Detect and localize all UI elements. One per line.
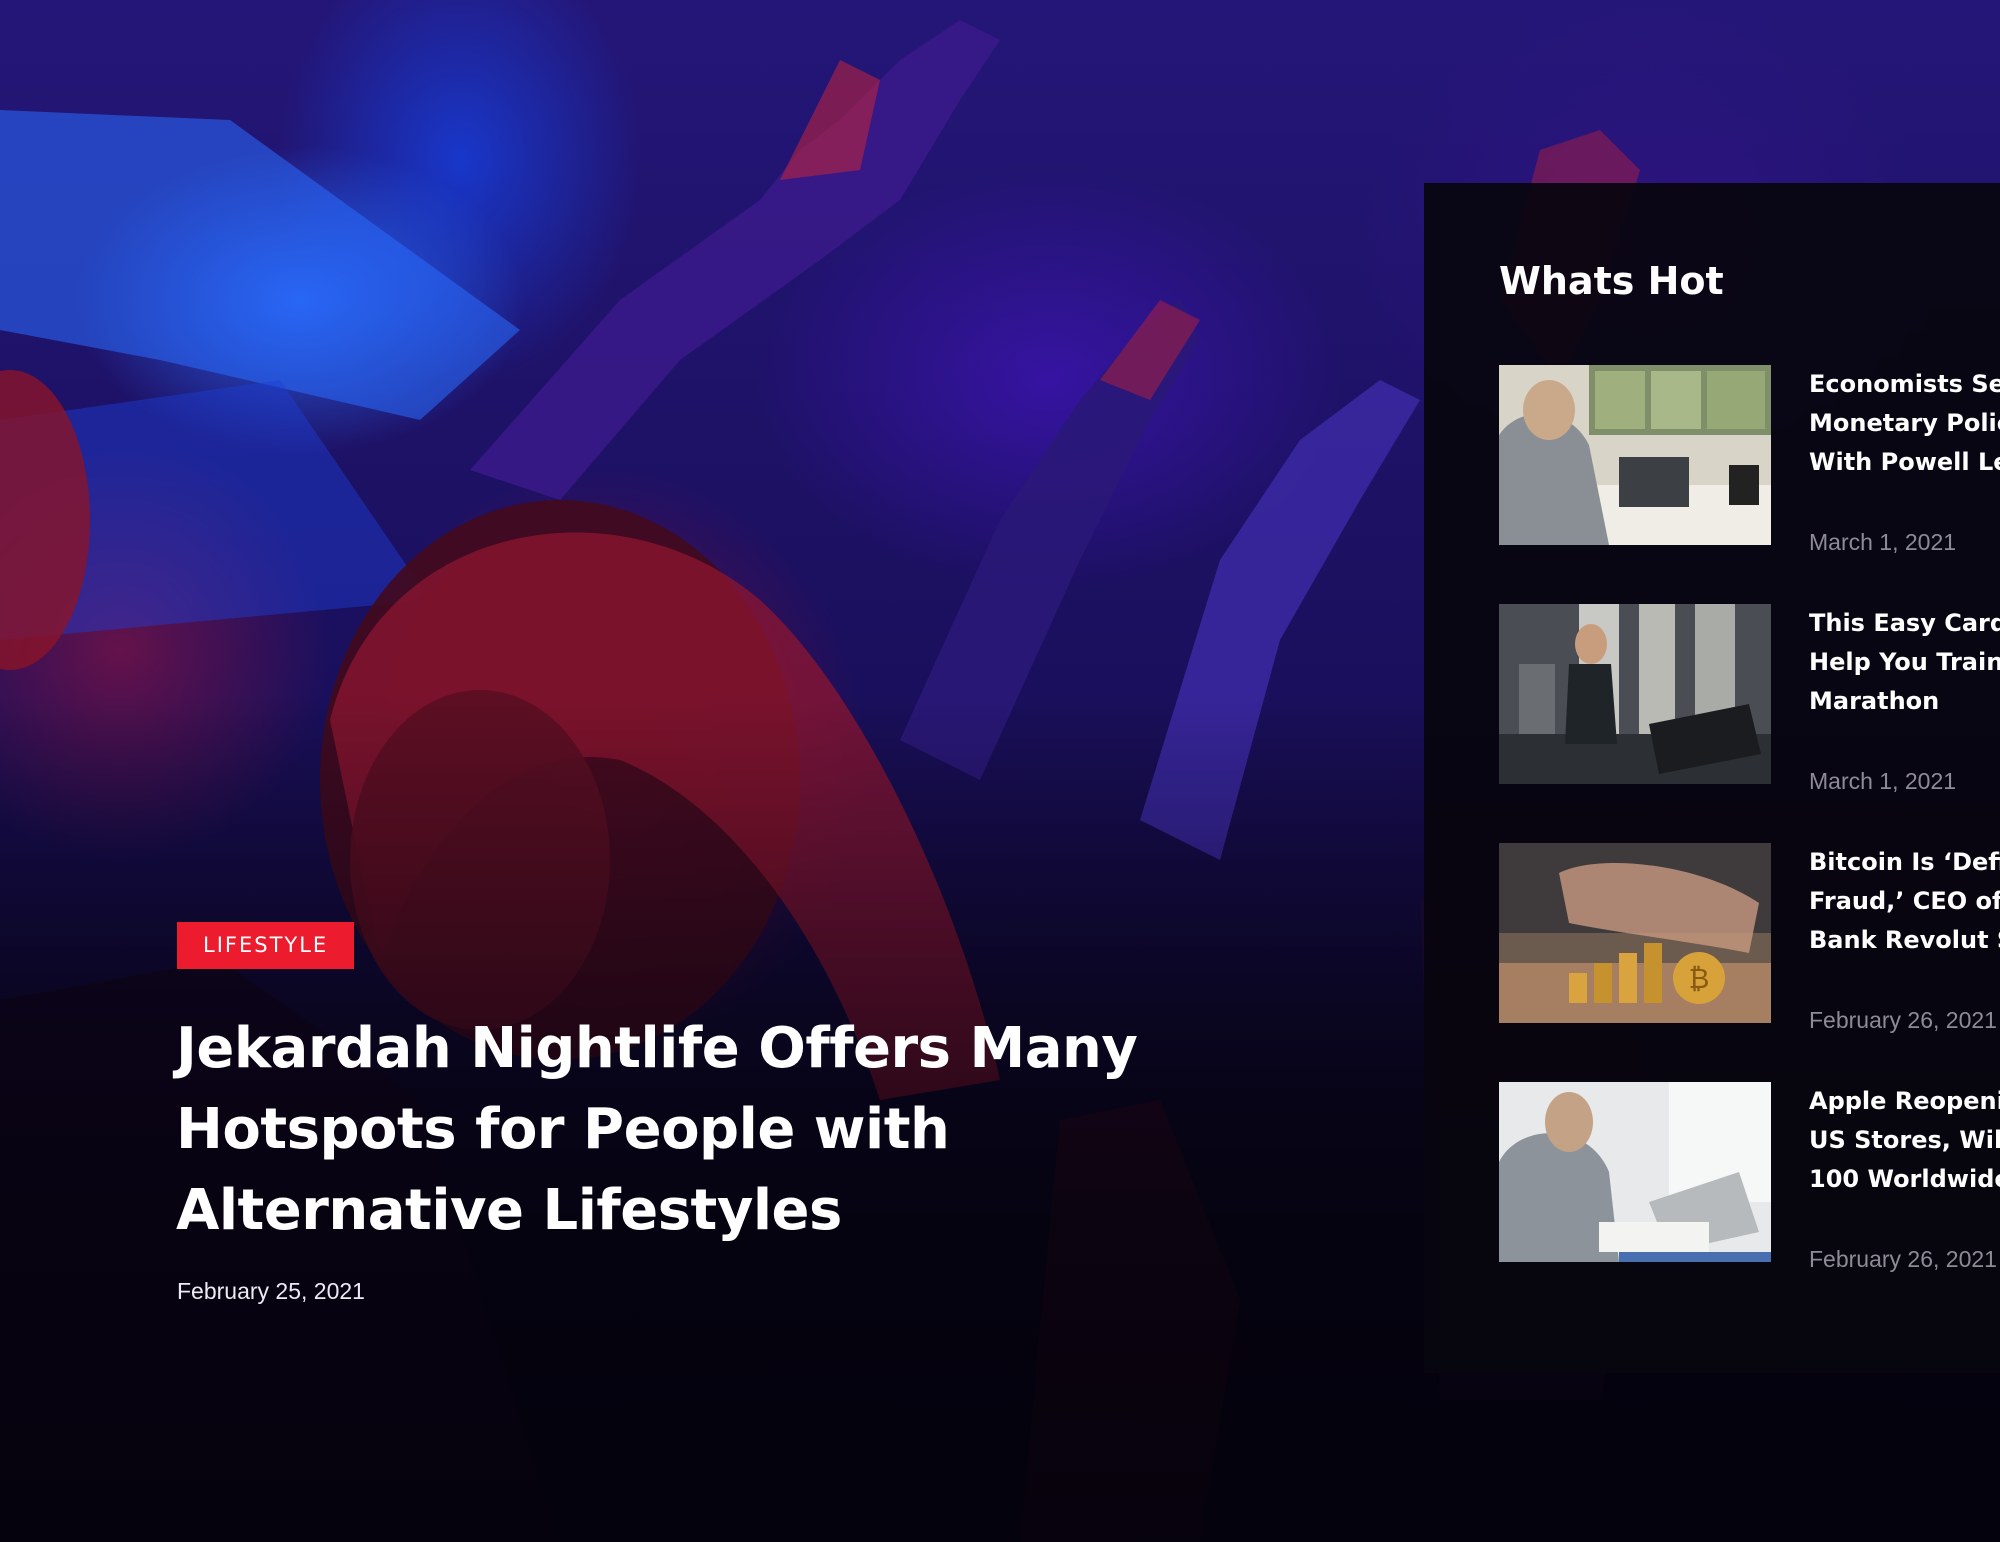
bitcoin-coins-photo[interactable]: ₿	[1499, 843, 1771, 1023]
category-badge[interactable]: LIFESTYLE	[177, 922, 355, 969]
list-item[interactable]: This Easy Cardi Help You Train Marathon …	[1499, 604, 2000, 804]
laptop-work-photo[interactable]	[1499, 1082, 1771, 1262]
panel-title: Whats Hot	[1499, 259, 1724, 303]
post-date: March 1, 2021	[1809, 529, 1957, 555]
post-title[interactable]: Apple Reopeni US Stores, Will 100 Worldw…	[1809, 1082, 2000, 1199]
gym-treadmill-photo[interactable]	[1499, 604, 1771, 784]
post-date: February 26, 2021	[1809, 1246, 1997, 1272]
post-title[interactable]: This Easy Cardi Help You Train Marathon	[1809, 604, 2000, 721]
featured-headline[interactable]: Jekardah Nightlife Offers Many Hotspots …	[176, 1008, 1156, 1251]
office-worker-photo[interactable]	[1499, 365, 1771, 545]
featured-date: February 25, 2021	[177, 1278, 365, 1304]
post-date: February 26, 2021	[1809, 1007, 1997, 1033]
list-item[interactable]: ₿ Bitcoin Is ‘Defin Fraud,’ CEO of Bank …	[1499, 843, 2000, 1043]
post-date: March 1, 2021	[1809, 768, 1957, 794]
list-item[interactable]: Apple Reopeni US Stores, Will 100 Worldw…	[1499, 1082, 2000, 1282]
post-title[interactable]: Bitcoin Is ‘Defin Fraud,’ CEO of Bank Re…	[1809, 843, 2000, 960]
whats-hot-panel: Whats Hot Economists Sec Monetary Polic …	[1424, 183, 2000, 1373]
post-title[interactable]: Economists Sec Monetary Polic With Powel…	[1809, 365, 2000, 482]
list-item[interactable]: Economists Sec Monetary Polic With Powel…	[1499, 365, 2000, 565]
svg-text:₿: ₿	[1689, 962, 1710, 995]
